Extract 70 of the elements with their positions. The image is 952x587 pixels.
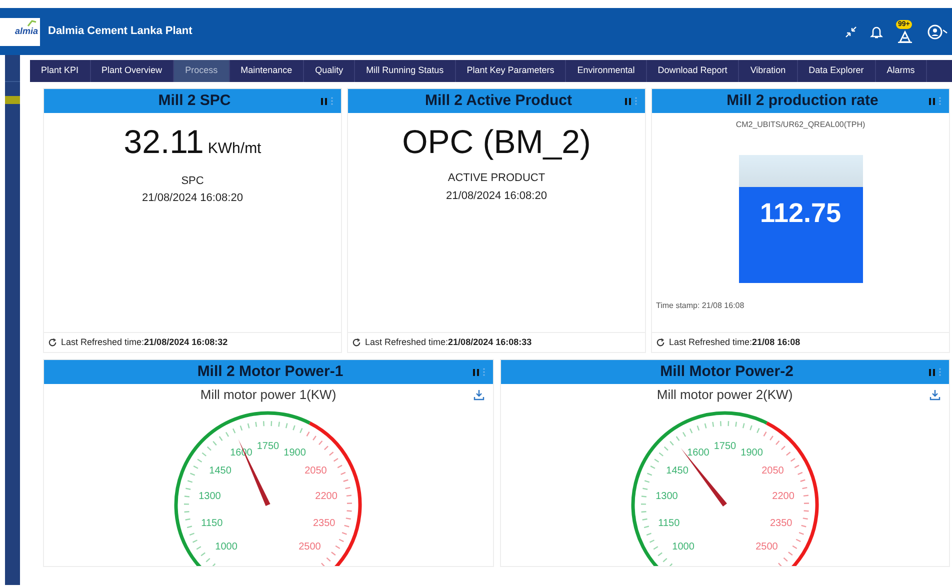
gauge-scale-label: 1750 <box>257 440 280 452</box>
nav-tab[interactable]: Maintenance <box>230 60 304 82</box>
download-icon[interactable] <box>472 388 485 401</box>
nav-tab[interactable]: Plant KPI <box>30 60 91 82</box>
app-title: Dalmia Cement Lanka Plant <box>48 24 194 40</box>
panel-title: Mill 2 Motor Power-1 <box>196 362 344 382</box>
gauge-scale-label: 1300 <box>655 490 678 502</box>
nav-tab[interactable]: Quality <box>304 60 356 82</box>
user-icon[interactable] <box>927 24 943 40</box>
metric-timestamp: 21/08/2024 16:08:20 <box>446 188 547 204</box>
metric-timestamp: 21/08/2024 16:08:20 <box>142 191 243 206</box>
gauge-scale-label: 1150 <box>658 518 680 529</box>
nav-tab[interactable]: Mill Running Status <box>355 60 456 82</box>
alarm-icon[interactable] <box>896 30 914 42</box>
refreshed-time: Last Refreshed time:21/08 16:08 <box>669 336 800 349</box>
tag-name: CM2_UBITS/UR62_QREAL00(TPH) <box>736 119 866 131</box>
panel-title: Mill 2 Active Product <box>424 90 573 111</box>
metric-caption: ACTIVE PRODUCT <box>448 171 546 186</box>
refreshed-time: Last Refreshed time:21/08/2024 16:08:32 <box>61 336 228 349</box>
metric-value: OPC (BM_2) <box>402 125 591 158</box>
metric-value: 32.11 <box>124 125 204 158</box>
metric-caption: SPC <box>181 174 204 188</box>
nav-tab[interactable]: Vibration <box>739 60 798 82</box>
gauge-scale-label: 2500 <box>298 541 322 552</box>
bell-icon[interactable] <box>870 24 883 38</box>
logo-text: almia <box>14 24 38 38</box>
refreshed-time: Last Refreshed time:21/08/2024 16:08:33 <box>365 336 532 349</box>
refresh-icon[interactable] <box>656 338 665 347</box>
pause-icon[interactable] <box>321 98 327 104</box>
panel-title: Mill Motor Power-2 <box>659 362 794 382</box>
nav-tab[interactable]: Data Explorer <box>798 60 876 82</box>
download-icon[interactable] <box>929 388 942 401</box>
pause-icon[interactable] <box>472 368 478 376</box>
chevron-down-icon[interactable] <box>943 28 948 34</box>
gauge-scale-label: 2050 <box>304 464 328 476</box>
gauge-title: Mill motor power 2(KW) <box>656 386 793 404</box>
panel-title: Mill 2 production rate <box>726 90 880 111</box>
metric-unit: KWh/mt <box>208 139 262 159</box>
gauge-scale-label: 1900 <box>740 446 763 458</box>
refresh-icon[interactable] <box>48 338 57 347</box>
gauge-scale-label: 1600 <box>686 446 710 458</box>
pause-icon[interactable] <box>929 98 935 104</box>
gauge-scale-label: 1000 <box>215 541 238 552</box>
gauge-title: Mill motor power 1(KW) <box>200 386 336 404</box>
pause-icon[interactable] <box>929 368 935 376</box>
panel-title: Mill 2 SPC <box>157 90 232 111</box>
gauge-scale-label: 1450 <box>666 464 688 476</box>
logo-mark-icon <box>27 20 37 26</box>
gauge-scale-label: 2200 <box>772 490 794 502</box>
gauge-scale-label: 2050 <box>761 464 784 476</box>
nav-tab[interactable]: Process <box>174 60 230 82</box>
nav-tab[interactable]: Alarms <box>876 60 927 82</box>
gauge-scale-label: 2350 <box>770 518 792 529</box>
gauge-scale-label: 1300 <box>198 490 222 502</box>
nav-tab[interactable]: Environmental <box>566 60 647 82</box>
gauge-scale-label: 1750 <box>714 440 736 452</box>
gauge-scale-label: 2500 <box>755 541 778 552</box>
gauge-scale-label: 1900 <box>284 446 306 458</box>
refresh-icon[interactable] <box>352 338 361 347</box>
pause-icon[interactable] <box>625 98 631 104</box>
gauge-scale-label: 1150 <box>201 518 223 529</box>
tank-value: 112.75 <box>760 197 842 230</box>
gauge-scale-label: 1000 <box>672 541 694 552</box>
gauge-scale-label: 1450 <box>209 464 232 476</box>
gauge-scale-label: 2350 <box>313 518 336 529</box>
gauge-scale-label: 2200 <box>315 490 338 502</box>
timestamp-text: Time stamp: 21/08 16:08 <box>656 300 744 312</box>
nav-tab[interactable]: Download Report <box>646 60 740 82</box>
collapse-icon[interactable] <box>844 24 858 38</box>
nav-tab[interactable]: Plant Key Parameters <box>456 60 566 82</box>
